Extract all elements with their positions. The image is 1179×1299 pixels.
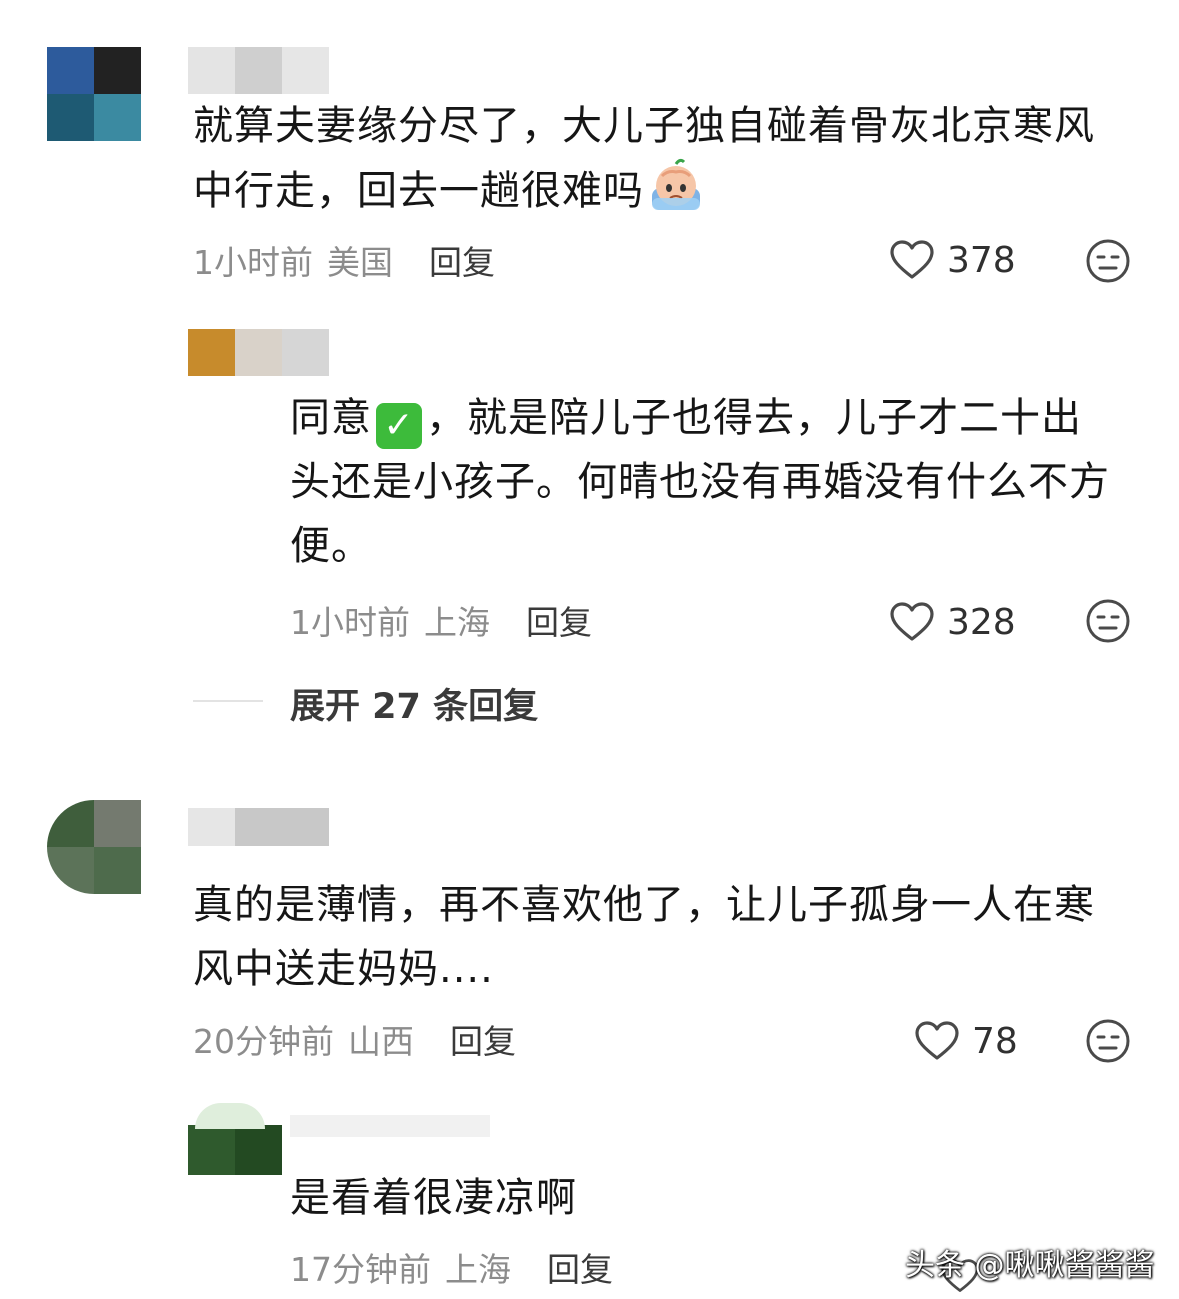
comment-location: 美国: [327, 243, 393, 282]
heart-outline-icon: [915, 1021, 959, 1060]
reply-time: 1小时前: [290, 603, 410, 642]
reply-meta: 1小时前 上海 回复: [290, 598, 592, 642]
avatar[interactable]: [47, 47, 141, 141]
heart-outline-icon: [890, 240, 934, 279]
reply-button[interactable]: 回复: [450, 1015, 516, 1063]
like-button[interactable]: 378: [889, 238, 1016, 282]
reply-button[interactable]: 回复: [429, 236, 495, 284]
username-blurred[interactable]: [290, 1115, 490, 1137]
reply-text: 同意 ✓ ，就是陪儿子也得去，儿子才二十出 头还是小孩子。何晴也没有再婚没有什么不方…: [290, 395, 1110, 569]
username-blurred[interactable]: [188, 808, 329, 846]
comment-time: 1小时前: [193, 243, 313, 282]
like-count: 328: [947, 601, 1016, 643]
comment-time: 20分钟前: [193, 1022, 334, 1061]
meh-face-icon[interactable]: [1085, 238, 1131, 284]
comment-meta: 20分钟前 山西 回复: [193, 1017, 516, 1061]
meh-face-icon[interactable]: [1085, 598, 1131, 644]
expand-replies-button[interactable]: 展开 27 条回复: [290, 678, 538, 729]
check-mark-icon: ✓: [376, 403, 422, 449]
reply-time: 17分钟前: [290, 1250, 431, 1289]
reply-location: 上海: [445, 1250, 511, 1289]
heart-outline-icon: [890, 602, 934, 641]
reply-text: 是看着很凄凉啊: [290, 1175, 577, 1221]
crying-face-icon: [648, 158, 704, 214]
comment-meta: 1小时前 美国 回复: [193, 238, 495, 282]
avatar[interactable]: [47, 800, 141, 894]
comment-text: 就算夫妻缘分尽了，大儿子独自碰着骨灰北京寒风 中行走，回去一趟很难吗: [193, 103, 1095, 214]
expand-divider: [193, 700, 263, 702]
reply-button[interactable]: 回复: [547, 1243, 613, 1291]
comment-text: 真的是薄情，再不喜欢他了，让儿子孤身一人在寒 风中送走妈妈....: [193, 882, 1095, 992]
like-count: 78: [972, 1020, 1018, 1062]
reply-location: 上海: [424, 603, 490, 642]
like-button[interactable]: 328: [889, 600, 1016, 644]
reply-meta: 17分钟前 上海 回复: [290, 1245, 613, 1289]
comment-location: 山西: [348, 1022, 414, 1061]
reply-button[interactable]: 回复: [526, 596, 592, 644]
like-button[interactable]: 78: [914, 1019, 1018, 1063]
avatar[interactable]: [188, 329, 235, 376]
like-count: 378: [947, 239, 1016, 281]
username-blurred[interactable]: [235, 329, 329, 376]
avatar[interactable]: [188, 1125, 282, 1175]
watermark: 头条 @啾啾酱酱酱: [905, 1248, 1155, 1283]
username-blurred[interactable]: [188, 47, 329, 94]
avatar-leaf: [195, 1103, 265, 1129]
meh-face-icon[interactable]: [1085, 1018, 1131, 1064]
